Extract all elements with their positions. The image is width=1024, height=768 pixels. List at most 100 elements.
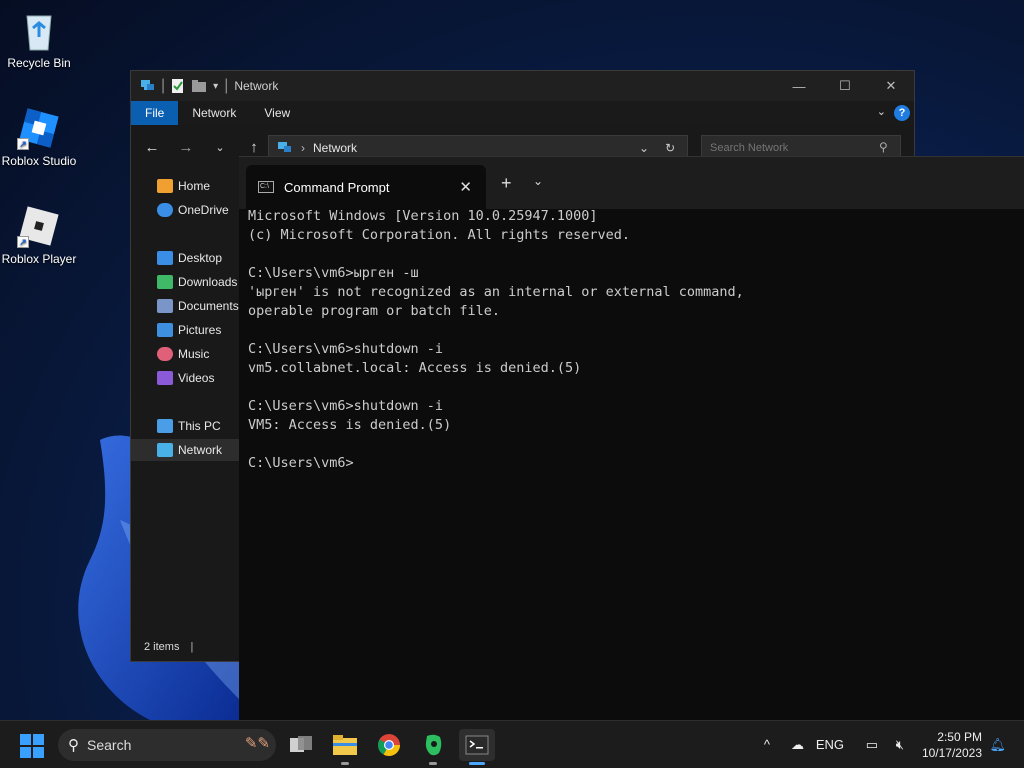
console-line: Microsoft Windows [Version 10.0.25947.10… xyxy=(248,208,598,224)
close-button[interactable]: ✕ xyxy=(868,71,914,101)
command-prompt-window: C:\ Command Prompt ✕ + ⌄ Microsoft Windo… xyxy=(239,156,1024,720)
clock-time: 2:50 PM xyxy=(937,730,982,744)
onedrive-status-icon[interactable]: ☁ xyxy=(791,737,804,753)
refresh-icon[interactable]: ↻ xyxy=(665,141,675,155)
sidebar-item-desktop[interactable]: Desktop xyxy=(131,247,241,269)
tab-command-prompt[interactable]: C:\ Command Prompt ✕ xyxy=(246,165,486,209)
sidebar-item-label: This PC xyxy=(178,419,221,433)
new-tab-button[interactable]: + xyxy=(501,173,512,194)
onedrive-icon xyxy=(157,203,173,217)
console-line: vm5.collabnet.local: Access is denied.(5… xyxy=(248,360,582,376)
help-icon[interactable]: ? xyxy=(894,105,910,121)
taskbar-app-file-explorer[interactable] xyxy=(327,729,363,765)
pictures-icon xyxy=(157,323,173,337)
recent-locations-icon[interactable]: ⌄ xyxy=(203,141,237,154)
sidebar-item-label: Documents xyxy=(178,299,239,313)
close-tab-icon[interactable]: ✕ xyxy=(459,178,472,196)
ribbon-tab-network[interactable]: Network xyxy=(178,101,250,125)
address-dropdown-icon[interactable]: ⌄ xyxy=(639,141,649,155)
shortcut-arrow-icon: ↗ xyxy=(17,236,29,248)
desktop-icon-label: Roblox Player xyxy=(1,252,77,266)
taskbar-search-box[interactable]: ⚲ Search ✎✎ xyxy=(58,729,276,761)
desktop-icon-roblox-studio[interactable]: ↗ Roblox Studio xyxy=(0,106,78,168)
clock-date: 10/17/2023 xyxy=(921,746,982,760)
home-icon xyxy=(157,179,173,193)
running-indicator xyxy=(341,762,349,765)
maximize-button[interactable]: ☐ xyxy=(822,71,868,101)
sidebar-item-downloads[interactable]: Downloads xyxy=(131,271,241,293)
console-line: (c) Microsoft Corporation. All rights re… xyxy=(248,227,631,243)
console-line: operable program or batch file. xyxy=(248,303,500,319)
expand-ribbon-icon[interactable]: ⌄ xyxy=(877,105,886,118)
ribbon-tab-view[interactable]: View xyxy=(250,101,304,125)
windows-logo-icon xyxy=(20,734,44,758)
console-output[interactable]: Microsoft Windows [Version 10.0.25947.10… xyxy=(248,207,1008,473)
back-arrow-icon[interactable]: ← xyxy=(135,139,169,156)
running-indicator xyxy=(469,762,485,765)
sidebar-item-this-pc[interactable]: This PC xyxy=(131,415,241,437)
sidebar-item-home[interactable]: Home xyxy=(131,175,241,197)
desktop-icon-recycle-bin[interactable]: Recycle Bin xyxy=(0,8,78,70)
network-icon xyxy=(141,80,154,90)
console-line: C:\Users\vm6>ырген -ш xyxy=(248,265,419,281)
file-explorer-icon xyxy=(333,735,357,755)
minimize-button[interactable]: — xyxy=(776,71,822,101)
quick-access-dropdown-icon[interactable]: ▾ xyxy=(213,81,218,92)
address-path: Network xyxy=(313,141,358,155)
up-arrow-icon[interactable]: ↑ xyxy=(237,139,271,156)
network-icon xyxy=(157,443,173,457)
clock[interactable]: 2:50 PM 10/17/2023 xyxy=(922,729,982,761)
sidebar-item-music[interactable]: Music xyxy=(131,343,241,365)
sidebar-item-label: OneDrive xyxy=(178,203,229,217)
search-highlight-icon: ✎✎ xyxy=(244,735,270,752)
desktop-icon-roblox-player[interactable]: ↗ Roblox Player xyxy=(0,204,78,266)
sidebar-item-label: Desktop xyxy=(178,251,223,265)
terminal-icon xyxy=(465,735,489,755)
taskbar-app-evernote[interactable] xyxy=(415,729,451,765)
sidebar-item-onedrive[interactable]: OneDrive xyxy=(131,199,241,221)
item-count: 2 items xyxy=(144,641,180,653)
task-view-button[interactable] xyxy=(283,729,319,761)
documents-icon xyxy=(157,299,173,313)
music-icon xyxy=(157,347,173,361)
search-icon: ⚲ xyxy=(68,737,79,754)
ribbon-tab-file[interactable]: File xyxy=(131,101,179,125)
sidebar-item-documents[interactable]: Documents xyxy=(131,295,241,317)
task-view-icon xyxy=(290,736,312,752)
search-label: Search xyxy=(87,737,132,753)
sidebar-item-label: Network xyxy=(178,443,223,457)
search-icon: ⚲ xyxy=(879,140,888,154)
roblox-player-icon: ↗ xyxy=(17,204,61,248)
volume-muted-icon[interactable]: 🔇︎ xyxy=(896,737,904,753)
sidebar-item-pictures[interactable]: Pictures xyxy=(131,319,241,341)
network-status-icon[interactable]: ▭ xyxy=(866,737,878,753)
videos-icon xyxy=(157,371,173,385)
this-pc-icon xyxy=(157,419,173,433)
sidebar-item-videos[interactable]: Videos xyxy=(131,367,241,389)
status-bar: 2 items | xyxy=(144,641,194,653)
explorer-title: Network xyxy=(234,79,279,93)
sidebar-item-label: Music xyxy=(178,347,210,361)
downloads-icon xyxy=(157,275,173,289)
tab-dropdown-icon[interactable]: ⌄ xyxy=(533,174,543,188)
properties-icon[interactable] xyxy=(171,78,185,94)
sidebar-item-label: Home xyxy=(178,179,211,193)
taskbar-app-terminal[interactable] xyxy=(459,729,495,765)
explorer-ribbon: File Network View ⌄ ? xyxy=(131,101,914,125)
sidebar-item-network[interactable]: Network xyxy=(131,439,241,461)
shortcut-arrow-icon: ↗ xyxy=(17,138,29,150)
notification-bell-icon[interactable]: 🔔︎ xyxy=(989,737,1006,753)
explorer-titlebar: | ▾ | Network — ☐ ✕ xyxy=(131,71,914,101)
sidebar-item-label: Videos xyxy=(178,371,215,385)
tab-title: Command Prompt xyxy=(284,179,390,195)
language-indicator[interactable]: ENG xyxy=(816,737,844,752)
show-hidden-icons-icon[interactable]: ^ xyxy=(764,737,770,752)
start-button[interactable] xyxy=(20,734,44,758)
desktop-icon-label: Recycle Bin xyxy=(7,56,71,70)
taskbar-app-chrome[interactable] xyxy=(371,729,407,761)
new-folder-icon[interactable] xyxy=(191,79,207,93)
forward-arrow-icon[interactable]: → xyxy=(169,139,203,156)
